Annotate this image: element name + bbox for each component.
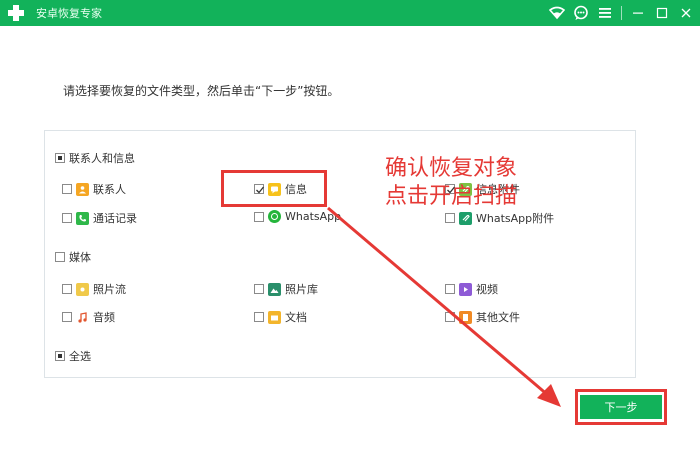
next-button[interactable]: 下一步 <box>580 395 662 419</box>
